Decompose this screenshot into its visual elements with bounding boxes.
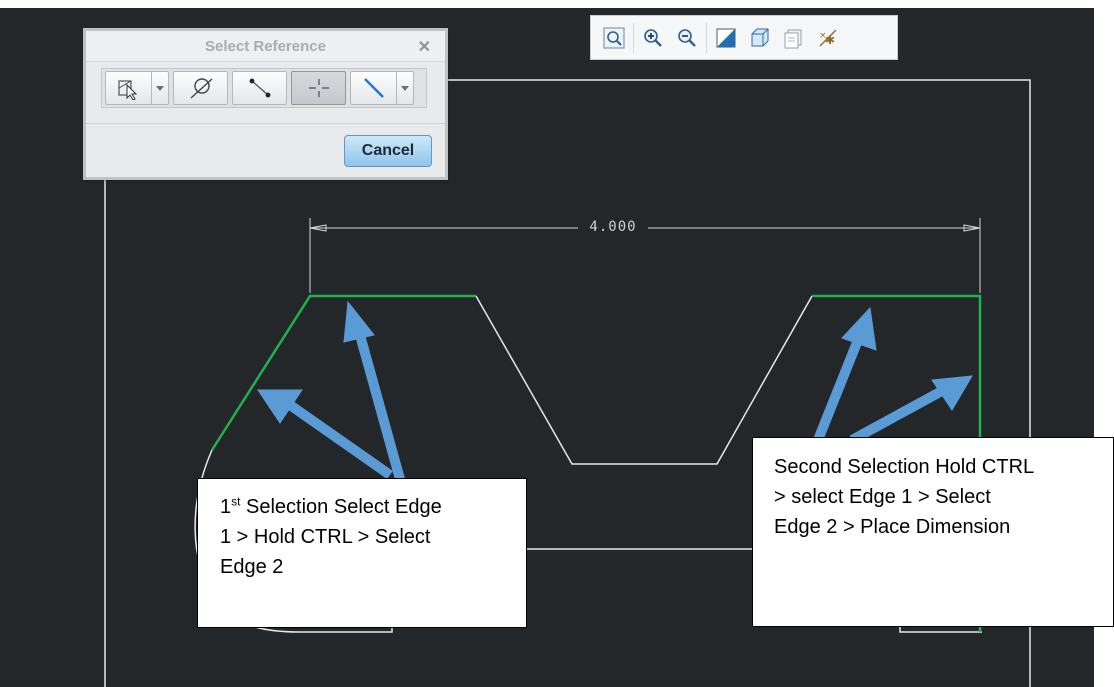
dialog-title: Select Reference [205, 37, 326, 55]
ordinal-number: 1 [220, 496, 232, 518]
callout-second-selection: Second Selection Hold CTRL > select Edge… [752, 437, 1114, 627]
callout-first-line3: Edge 2 [220, 556, 284, 578]
chevron-down-icon[interactable] [151, 71, 169, 105]
select-by-menu-dropdown[interactable] [105, 71, 169, 105]
line-icon[interactable] [350, 71, 396, 105]
saved-views-icon[interactable] [779, 23, 809, 53]
dialog-footer: Cancel [86, 123, 445, 177]
close-icon[interactable]: ✕ [418, 37, 431, 57]
dialog-titlebar[interactable]: Select Reference ✕ [86, 31, 445, 62]
crosshair-point-icon[interactable] [291, 71, 346, 105]
toolbar-separator [706, 22, 707, 53]
toolbar-separator [633, 22, 634, 53]
reference-filter-bar [101, 68, 427, 108]
repaint-icon[interactable] [711, 23, 741, 53]
callout-first-line1-rest: Selection Select Edge [240, 496, 442, 518]
chevron-down-icon[interactable] [396, 71, 414, 105]
dimension-value[interactable]: 4.000 [578, 215, 648, 239]
sketch-canvas[interactable]: 4.000 × ✱ Select Reference ✕ Cancel 1st … [0, 0, 1114, 687]
line-filter-dropdown[interactable] [350, 71, 414, 105]
callout-first-line2: 1 > Hold CTRL > Select [220, 526, 431, 548]
select-reference-dialog: Select Reference ✕ Cancel [83, 28, 448, 180]
select-by-menu-icon[interactable] [105, 71, 151, 105]
callout-second-line2: > select Edge 1 > Select [774, 486, 991, 508]
callout-second-line3: Edge 2 > Place Dimension [774, 516, 1011, 538]
arrow-2-1 [813, 306, 877, 442]
zoom-out-icon[interactable] [672, 23, 702, 53]
arrow-2-2 [849, 375, 973, 445]
cancel-button[interactable]: Cancel [344, 135, 432, 167]
two-point-icon[interactable] [232, 71, 287, 105]
callout-first-selection: 1st Selection Select Edge 1 > Hold CTRL … [197, 478, 527, 628]
arrow-1-1 [257, 389, 393, 480]
zoom-in-icon[interactable] [638, 23, 668, 53]
display-style-icon[interactable] [745, 23, 775, 53]
view-toolbar: × ✱ [590, 15, 898, 60]
circle-tangent-icon[interactable] [173, 71, 228, 105]
callout-first-line1: 1st Selection Select Edge [220, 492, 526, 522]
refit-icon[interactable] [599, 23, 629, 53]
sketcher-display-icon[interactable]: × ✱ [813, 23, 843, 53]
callout-second-line1: Second Selection Hold CTRL [774, 456, 1035, 478]
